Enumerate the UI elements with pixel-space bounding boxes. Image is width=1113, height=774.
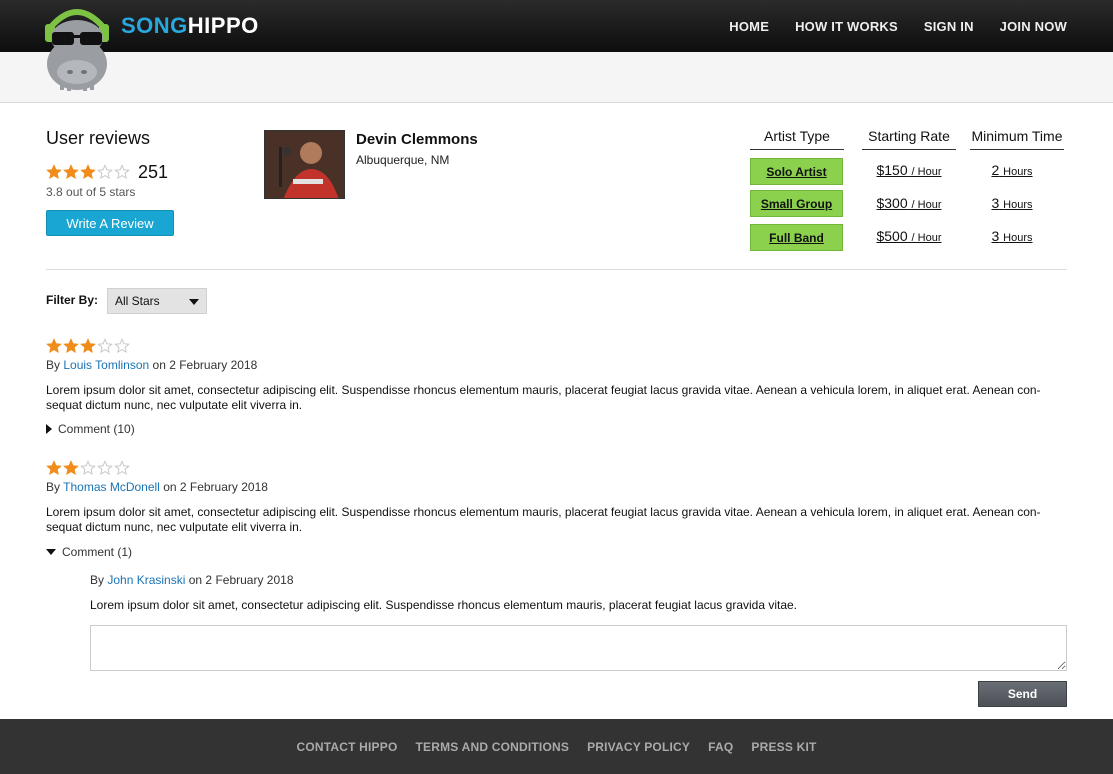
hippo-logo-icon[interactable] <box>44 2 110 92</box>
type-small-group-button[interactable]: Small Group <box>750 190 843 217</box>
star-empty-icon <box>80 460 96 476</box>
type-solo-artist-button[interactable]: Solo Artist <box>750 158 843 185</box>
min-value: 3 <box>991 195 1000 211</box>
rate-unit: / Hour <box>911 199 942 211</box>
brand-part-hippo: HIPPO <box>187 13 259 38</box>
star-empty-icon <box>97 164 113 180</box>
byline-prefix: By <box>90 573 105 587</box>
star-empty-icon <box>114 460 130 476</box>
artist-avatar[interactable] <box>264 130 345 199</box>
section-divider <box>46 269 1067 270</box>
artist-name: Devin Clemmons <box>356 131 478 148</box>
nav-how-it-works[interactable]: HOW IT WORKS <box>795 19 898 34</box>
star-filled-icon <box>46 460 62 476</box>
filter-label: Filter By: <box>46 293 99 307</box>
star-filled-icon <box>46 338 62 354</box>
comment-toggle[interactable]: Comment (1) <box>46 545 132 559</box>
brand-part-song: SONG <box>121 13 188 38</box>
star-filled-icon <box>63 460 79 476</box>
min-value: 2 <box>991 162 1000 178</box>
footer-privacy-policy[interactable]: PRIVACY POLICY <box>587 740 690 754</box>
write-review-button[interactable]: Write A Review <box>46 210 174 236</box>
star-filled-icon <box>63 164 79 180</box>
rate-solo[interactable]: $150 / Hour <box>862 162 956 178</box>
summary-star-rating <box>46 164 130 180</box>
footer: CONTACT HIPPO TERMS AND CONDITIONS PRIVA… <box>0 719 1113 774</box>
review-date: on 2 February 2018 <box>163 480 268 494</box>
min-time-small-group[interactable]: 3 Hours <box>970 195 1054 211</box>
min-value: 3 <box>991 228 1000 244</box>
nav-sign-in[interactable]: SIGN IN <box>924 19 974 34</box>
min-unit: Hours <box>1003 232 1033 244</box>
star-empty-icon <box>97 460 113 476</box>
star-empty-icon <box>97 338 113 354</box>
header-artist-type: Artist Type <box>750 128 844 150</box>
star-filled-icon <box>46 164 62 180</box>
comment-byline: By John Krasinski on 2 February 2018 <box>90 573 294 587</box>
header-starting-rate: Starting Rate <box>862 128 956 150</box>
nav-home[interactable]: HOME <box>729 19 769 34</box>
review-author-link[interactable]: Louis Tomlinson <box>63 358 149 372</box>
rate-unit: / Hour <box>911 232 942 244</box>
byline-prefix: By <box>46 480 61 494</box>
rate-price: $150 <box>876 162 908 178</box>
footer-terms[interactable]: TERMS AND CONDITIONS <box>416 740 570 754</box>
comment-count-label: Comment (10) <box>58 422 135 436</box>
rate-price: $500 <box>876 228 908 244</box>
min-time-solo[interactable]: 2 Hours <box>970 162 1054 178</box>
star-filled-icon <box>80 164 96 180</box>
comment-count-label: Comment (1) <box>62 545 133 559</box>
user-reviews-heading: User reviews <box>46 128 151 148</box>
star-empty-icon <box>114 338 130 354</box>
review-author-link[interactable]: Thomas McDonell <box>63 480 160 494</box>
review-count: 251 <box>138 162 169 182</box>
rate-price: $300 <box>876 195 908 211</box>
comment-reply-input[interactable] <box>90 625 1067 671</box>
comment-author-link[interactable]: John Krasinski <box>107 573 185 587</box>
send-button[interactable]: Send <box>978 681 1067 707</box>
min-unit: Hours <box>1003 199 1033 211</box>
average-rating-text: 3.8 out of 5 stars <box>46 185 136 199</box>
rate-small-group[interactable]: $300 / Hour <box>862 195 956 211</box>
review-date: on 2 February 2018 <box>152 358 258 372</box>
caret-right-icon <box>46 424 52 434</box>
review-text: Lorem ipsum dolor sit amet, consectetur … <box>46 383 1041 412</box>
chevron-down-icon <box>189 299 199 305</box>
review-star-rating <box>46 460 130 476</box>
artist-photo-icon <box>265 131 344 198</box>
review-byline: By Louis Tomlinson on 2 February 2018 <box>46 358 257 372</box>
type-full-band-button[interactable]: Full Band <box>750 224 843 251</box>
byline-prefix: By <box>46 358 61 372</box>
review-byline: By Thomas McDonell on 2 February 2018 <box>46 480 268 494</box>
rate-full-band[interactable]: $500 / Hour <box>862 228 956 244</box>
footer-press-kit[interactable]: PRESS KIT <box>751 740 816 754</box>
star-filled-icon <box>80 338 96 354</box>
caret-down-icon <box>46 549 56 555</box>
footer-faq[interactable]: FAQ <box>708 740 733 754</box>
nav-join-now[interactable]: JOIN NOW <box>1000 19 1067 34</box>
star-filled-icon <box>63 338 79 354</box>
comment-text: Lorem ipsum dolor sit amet, consectetur … <box>90 598 798 612</box>
main-nav: HOME HOW IT WORKS SIGN IN JOIN NOW <box>729 0 1067 52</box>
star-empty-icon <box>114 164 130 180</box>
min-time-full-band[interactable]: 3 Hours <box>970 228 1054 244</box>
star-filter-dropdown[interactable]: All Stars <box>107 288 207 314</box>
header-minimum-time: Minimum Time <box>970 128 1064 150</box>
review-star-rating <box>46 338 130 354</box>
min-unit: Hours <box>1003 166 1033 178</box>
sub-header-bar <box>0 52 1113 103</box>
comment-toggle[interactable]: Comment (10) <box>46 422 135 436</box>
brand-name[interactable]: SONGHIPPO <box>121 13 259 39</box>
filter-selected-value: All Stars <box>115 294 160 308</box>
artist-location: Albuquerque, NM <box>356 153 450 167</box>
review-text: Lorem ipsum dolor sit amet, consectetur … <box>46 505 1041 534</box>
rate-unit: / Hour <box>911 166 942 178</box>
footer-contact-hippo[interactable]: CONTACT HIPPO <box>296 740 397 754</box>
comment-date: on 2 February 2018 <box>188 573 294 587</box>
